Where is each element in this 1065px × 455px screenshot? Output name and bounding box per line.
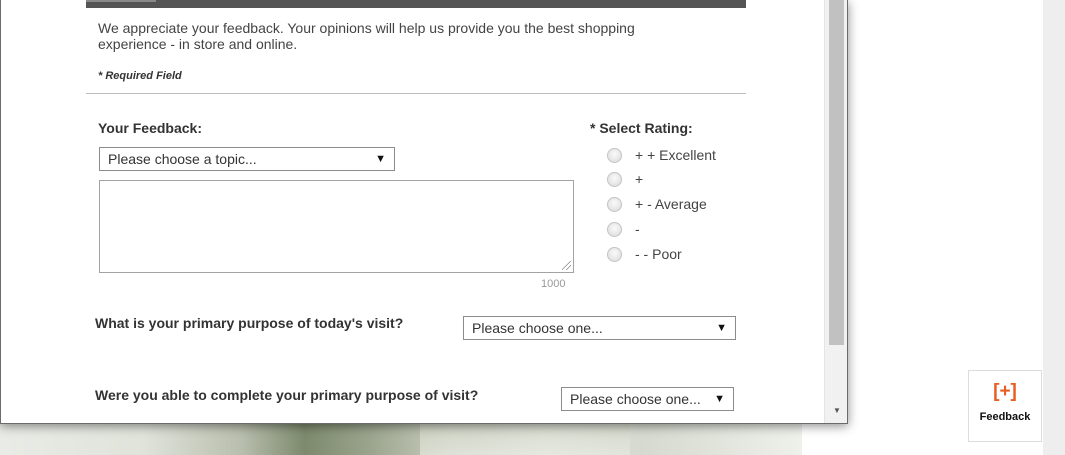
feedback-textarea[interactable]	[99, 180, 574, 273]
background-photo-detail	[420, 420, 630, 455]
chevron-down-icon: ▼	[375, 153, 386, 165]
chevron-down-icon: ▼	[716, 322, 727, 334]
rating-option-poor[interactable]: - - Poor	[607, 245, 682, 263]
rating-option-label: -	[635, 221, 640, 237]
plus-bracket-icon: [+]	[993, 381, 1017, 402]
radio-button[interactable]	[607, 221, 622, 237]
rating-option-label: + + Excellent	[635, 147, 716, 163]
chevron-down-icon: ▼	[714, 393, 725, 405]
topic-select[interactable]: Please choose a topic... ▼	[99, 147, 395, 171]
rating-option-average[interactable]: + - Average	[607, 195, 707, 213]
rating-option-label: - - Poor	[635, 246, 682, 262]
feedback-widget-button[interactable]: [+] Feedback	[968, 370, 1042, 442]
rating-option-excellent[interactable]: + + Excellent	[607, 146, 716, 164]
divider	[86, 93, 746, 94]
intro-line-2: experience - in store and online.	[98, 36, 298, 52]
resize-grip-icon[interactable]	[562, 261, 571, 270]
radio-button[interactable]	[607, 147, 622, 163]
character-count: 1000	[541, 278, 566, 290]
scrollbar-thumb[interactable]	[829, 0, 844, 345]
required-field-note: * Required Field	[98, 70, 182, 82]
feedback-widget-label: Feedback	[979, 411, 1031, 423]
intro-text: We appreciate your feedback. Your opinio…	[98, 20, 718, 52]
rating-option-label: +	[635, 171, 644, 187]
modal-header-tab	[86, 0, 156, 2]
intro-line-1: We appreciate your feedback. Your opinio…	[98, 20, 635, 36]
visit-purpose-select[interactable]: Please choose one... ▼	[463, 316, 736, 340]
scroll-down-arrow-icon[interactable]: ▼	[830, 404, 844, 418]
rating-title: * Select Rating:	[590, 120, 693, 136]
visit-purpose-value: Please choose one...	[472, 320, 603, 336]
purpose-complete-select[interactable]: Please choose one... ▼	[561, 387, 734, 411]
radio-button[interactable]	[607, 196, 622, 212]
radio-button[interactable]	[607, 246, 622, 262]
feedback-label: Your Feedback:	[98, 120, 202, 136]
visit-purpose-label: What is your primary purpose of today's …	[95, 315, 404, 331]
modal-header-bar	[86, 0, 746, 8]
radio-button[interactable]	[607, 171, 622, 187]
purpose-complete-value: Please choose one...	[570, 391, 701, 407]
page-side-strip	[1043, 0, 1065, 455]
rating-option-good[interactable]: +	[607, 170, 643, 188]
purpose-complete-label: Were you able to complete your primary p…	[95, 387, 479, 403]
rating-option-fair[interactable]: -	[607, 220, 640, 238]
rating-option-label: + - Average	[635, 196, 707, 212]
topic-select-value: Please choose a topic...	[108, 151, 257, 167]
feedback-modal: We appreciate your feedback. Your opinio…	[0, 0, 848, 424]
background-photo	[0, 420, 802, 455]
